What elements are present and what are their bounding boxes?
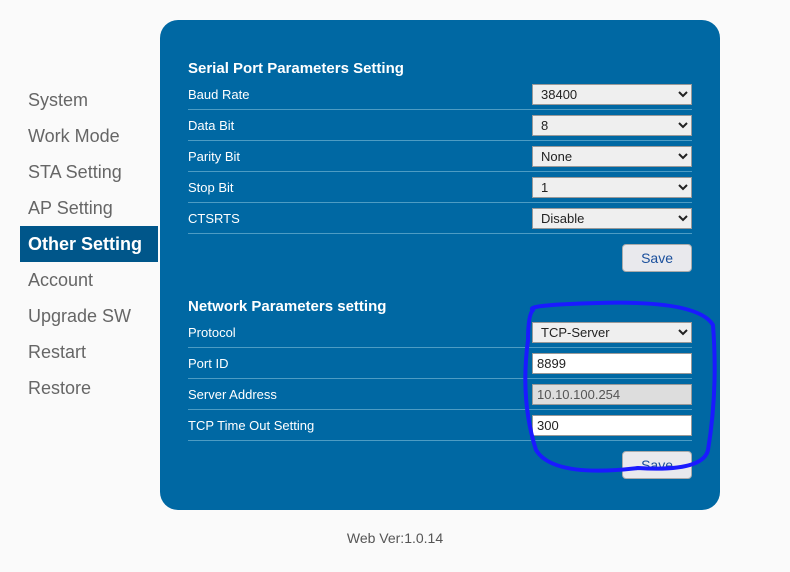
baud-rate-select[interactable]: 38400 (532, 84, 692, 105)
data-bit-select[interactable]: 8 (532, 115, 692, 136)
baud-rate-label: Baud Rate (188, 87, 532, 102)
port-id-label: Port ID (188, 356, 532, 371)
sidebar-item-ap-setting[interactable]: AP Setting (20, 190, 158, 226)
data-bit-label: Data Bit (188, 118, 532, 133)
footer-version: Web Ver:1.0.14 (0, 530, 790, 546)
sidebar-item-system[interactable]: System (20, 82, 158, 118)
port-id-input[interactable] (532, 353, 692, 374)
network-section-title: Network Parameters setting (188, 298, 692, 315)
sidebar-item-sta-setting[interactable]: STA Setting (20, 154, 158, 190)
row-server-address: Server Address (188, 379, 692, 410)
parity-bit-label: Parity Bit (188, 149, 532, 164)
parity-bit-select[interactable]: None (532, 146, 692, 167)
protocol-label: Protocol (188, 325, 532, 340)
row-stop-bit: Stop Bit 1 (188, 172, 692, 203)
ctsrts-select[interactable]: Disable (532, 208, 692, 229)
row-tcp-timeout: TCP Time Out Setting (188, 410, 692, 441)
row-ctsrts: CTSRTS Disable (188, 203, 692, 234)
sidebar-item-other-setting[interactable]: Other Setting (20, 226, 158, 262)
sidebar-item-upgrade-sw[interactable]: Upgrade SW (20, 298, 158, 334)
sidebar-item-restore[interactable]: Restore (20, 370, 158, 406)
tcp-timeout-input[interactable] (532, 415, 692, 436)
row-protocol: Protocol TCP-Server (188, 317, 692, 348)
row-data-bit: Data Bit 8 (188, 110, 692, 141)
sidebar-nav: System Work Mode STA Setting AP Setting … (20, 82, 158, 406)
stop-bit-label: Stop Bit (188, 180, 532, 195)
row-parity-bit: Parity Bit None (188, 141, 692, 172)
sidebar-item-restart[interactable]: Restart (20, 334, 158, 370)
serial-section-title: Serial Port Parameters Setting (188, 60, 692, 77)
network-save-button[interactable]: Save (622, 451, 692, 479)
ctsrts-label: CTSRTS (188, 211, 532, 226)
sidebar-item-account[interactable]: Account (20, 262, 158, 298)
sidebar-item-work-mode[interactable]: Work Mode (20, 118, 158, 154)
stop-bit-select[interactable]: 1 (532, 177, 692, 198)
row-baud-rate: Baud Rate 38400 (188, 79, 692, 110)
row-port-id: Port ID (188, 348, 692, 379)
server-address-label: Server Address (188, 387, 532, 402)
protocol-select[interactable]: TCP-Server (532, 322, 692, 343)
tcp-timeout-label: TCP Time Out Setting (188, 418, 532, 433)
serial-save-button[interactable]: Save (622, 244, 692, 272)
settings-panel: Serial Port Parameters Setting Baud Rate… (160, 20, 720, 510)
server-address-input[interactable] (532, 384, 692, 405)
